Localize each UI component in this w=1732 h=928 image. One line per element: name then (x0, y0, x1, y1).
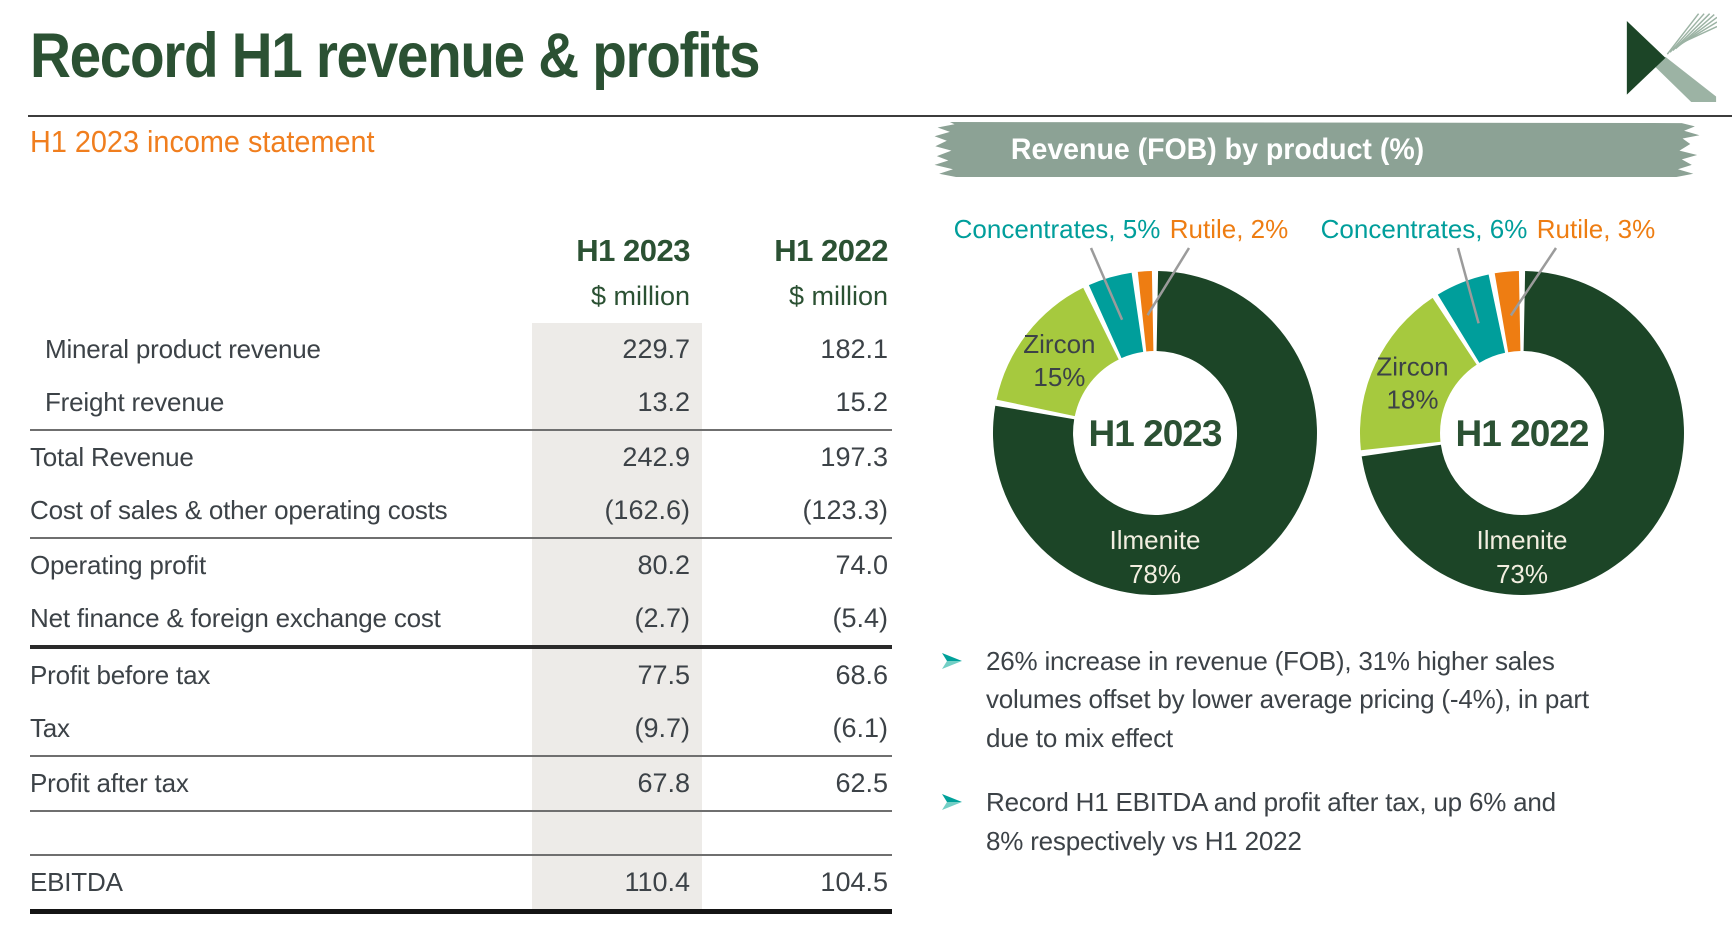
logo-sage-lines (1666, 13, 1717, 55)
row-value-h1-2022: (123.3) (802, 495, 888, 525)
title-divider (28, 115, 1732, 117)
row-value-h1-2023: (2.7) (532, 592, 702, 645)
table-header-row: H1 2023 H1 2022 (30, 205, 892, 269)
donut-label: Concentrates, 6% (1321, 214, 1528, 244)
row-value-h1-2023 (532, 812, 702, 854)
donut-label: Rutile, 3% (1537, 214, 1656, 244)
row-value-h1-2023: 80.2 (532, 539, 702, 592)
row-label: Total Revenue (30, 442, 194, 472)
donut-label: 15% (1033, 362, 1085, 392)
bullet-text: Record H1 EBITDA and profit after tax, u… (986, 787, 1556, 856)
row-value-h1-2023: (9.7) (532, 702, 702, 755)
bullet-item: 26% increase in revenue (FOB), 31% highe… (940, 642, 1600, 757)
page-subtitle: H1 2023 income statement (30, 124, 375, 159)
donut-center-label: H1 2023 (1089, 413, 1222, 454)
donut-label: 78% (1129, 559, 1181, 589)
row-label: Profit before tax (30, 660, 211, 690)
row-label: EBITDA (30, 867, 123, 897)
donut-label: Ilmenite (1476, 525, 1567, 555)
bullet-arrow-icon (942, 653, 962, 669)
row-value-h1-2023: 77.5 (532, 649, 702, 702)
table-row: Profit before tax 77.5 68.6 (30, 649, 892, 702)
row-value-h1-2023: 13.2 (532, 376, 702, 429)
donut-label: Concentrates, 5% (954, 214, 1161, 244)
row-value-h1-2022: 15.2 (835, 387, 888, 417)
donut-label: 73% (1496, 559, 1548, 589)
row-value-h1-2023: 242.9 (532, 431, 702, 484)
row-value-h1-2023: (162.6) (532, 484, 702, 537)
table-row: Tax (9.7) (6.1) (30, 702, 892, 757)
row-value-h1-2022: 68.6 (835, 660, 888, 690)
row-label: Operating profit (30, 550, 207, 580)
donut-chart-h1-2023: Ilmenite 78% Zircon15% Concentrates, 5% Ruti… (954, 214, 1317, 595)
kenmare-k-logo (1626, 13, 1717, 102)
row-label: Cost of sales & other operating costs (30, 495, 448, 525)
row-value-h1-2022: 104.5 (820, 867, 888, 897)
logo-dark-triangle (1626, 21, 1666, 95)
table-row: Operating profit 80.2 74.0 (30, 539, 892, 592)
table-row: Total Revenue 242.9 197.3 (30, 431, 892, 484)
table-spacer-row (30, 812, 892, 856)
chart-section-title: Revenue (FOB) by product (%) (1010, 133, 1425, 166)
row-value-h1-2022: (5.4) (832, 603, 888, 633)
slide: Record H1 revenue & profits H1 2023 inco… (0, 0, 1732, 928)
row-value-h1-2023: 229.7 (532, 323, 702, 376)
row-label: Mineral product revenue (45, 334, 321, 364)
table-row: EBITDA 110.4 104.5 (30, 856, 892, 914)
donut-label: Zircon (1023, 329, 1095, 359)
bullet-text: 26% increase in revenue (FOB), 31% highe… (986, 646, 1589, 753)
logo-sage-band (1654, 56, 1717, 102)
row-value-h1-2023: 110.4 (532, 856, 702, 909)
table-row: Mineral product revenue 229.7 182.1 (30, 323, 892, 376)
table-row: Freight revenue 13.2 15.2 (30, 376, 892, 431)
chart-section-banner: Revenue (FOB) by product (%) (934, 122, 1700, 177)
column-header-h1-2023: H1 2023 (576, 233, 690, 268)
donut-label: Ilmenite (1109, 525, 1200, 555)
row-value-h1-2022: 74.0 (835, 550, 888, 580)
income-statement-table: H1 2023 H1 2022 $ million $ million Mine… (30, 205, 892, 914)
bullet-arrow-icon (942, 794, 962, 811)
donut-chart-h1-2022: Ilmenite 73% Zircon18% Concentrates, 6% Ruti… (1321, 214, 1684, 595)
row-value-h1-2022: 197.3 (820, 442, 888, 472)
table-row: Profit after tax 67.8 62.5 (30, 757, 892, 812)
row-value-h1-2023: 67.8 (532, 757, 702, 810)
row-label: Freight revenue (45, 387, 225, 417)
column-header-h1-2022: H1 2022 (774, 233, 888, 268)
row-label: Tax (30, 713, 70, 743)
donut-center-label: H1 2022 (1456, 413, 1589, 454)
table-units-row: $ million $ million (30, 269, 892, 323)
donut-label: Zircon (1376, 352, 1448, 382)
income-table-body: Mineral product revenue 229.7 182.1 Freight… (30, 323, 892, 914)
page-title: Record H1 revenue & profits (30, 21, 761, 91)
row-value-h1-2022: 62.5 (835, 768, 888, 798)
column-unit-h1-2022: $ million (788, 280, 888, 311)
table-row: Cost of sales & other operating costs (16… (30, 484, 892, 539)
row-value-h1-2022: 182.1 (820, 334, 888, 364)
donut-label: 18% (1386, 385, 1438, 415)
commentary-bullets: 26% increase in revenue (FOB), 31% highe… (940, 642, 1600, 886)
row-value-h1-2022: (6.1) (832, 713, 888, 743)
donut-label: Rutile, 2% (1170, 214, 1289, 244)
row-label: Net finance & foreign exchange cost (30, 603, 441, 633)
column-unit-h1-2023: $ million (590, 280, 690, 311)
row-label: Profit after tax (30, 768, 189, 798)
table-row: Net finance & foreign exchange cost (2.7)… (30, 592, 892, 649)
bullet-item: Record H1 EBITDA and profit after tax, u… (940, 783, 1600, 860)
